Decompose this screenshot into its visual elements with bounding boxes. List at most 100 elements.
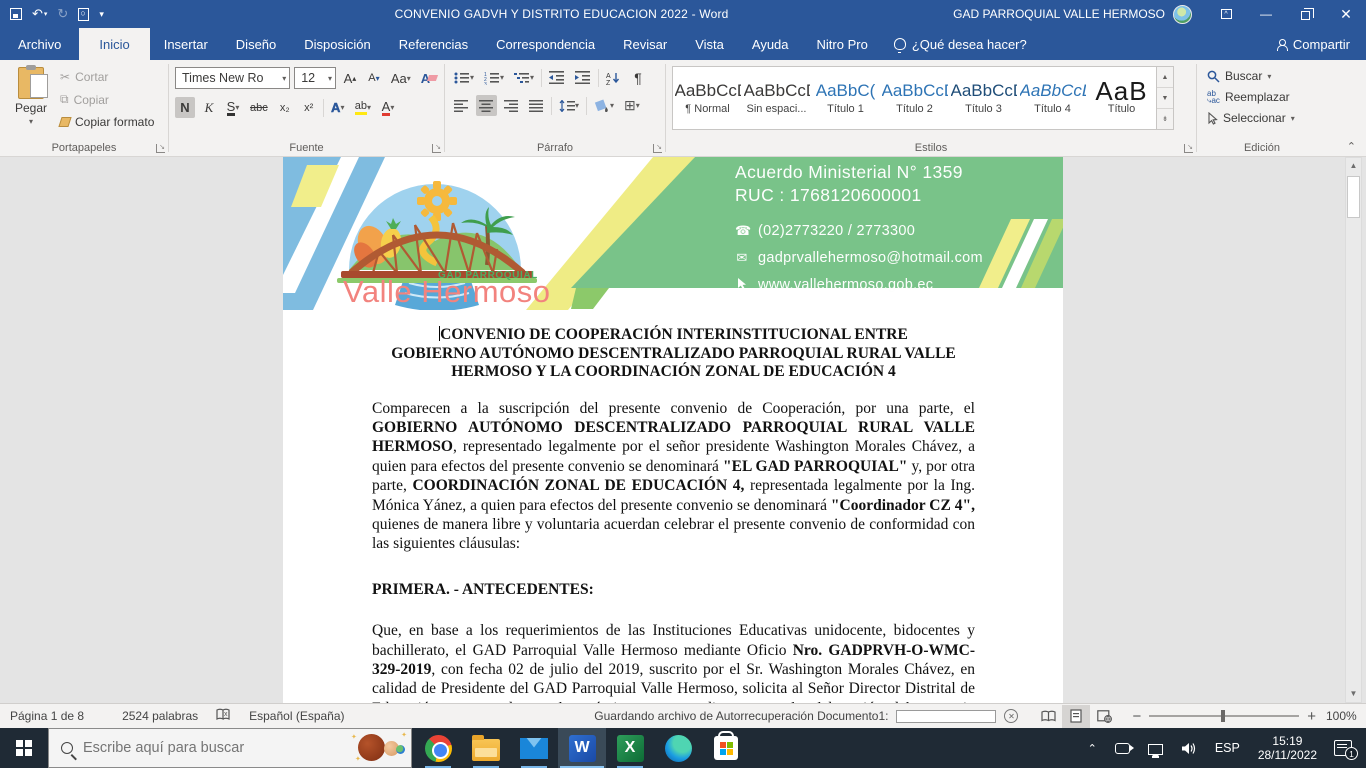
format-painter-button[interactable]: Copiar formato — [56, 113, 158, 131]
customize-qat-icon[interactable]: ▾ — [99, 9, 104, 20]
borders-button[interactable]: ⊞▾ — [621, 95, 643, 116]
share-button[interactable]: Compartir — [1261, 28, 1366, 60]
account-name[interactable]: GAD PARROQUIAL VALLE HERMOSO — [953, 7, 1165, 21]
clear-formatting-button[interactable]: A — [418, 68, 440, 89]
paragraph-dialog-launcher[interactable]: ↘ — [653, 144, 662, 153]
tab-nitro-pro[interactable]: Nitro Pro — [803, 28, 882, 60]
styles-dialog-launcher[interactable]: ↘ — [1184, 144, 1193, 153]
highlight-button[interactable]: ab▾ — [352, 97, 374, 118]
document-title[interactable]: CONVENIO DE COOPERACIÓN INTERINSTITUCION… — [372, 326, 975, 382]
close-button[interactable]: ✕ — [1326, 0, 1366, 28]
language-tray[interactable]: ESP — [1206, 741, 1249, 755]
tab-referencias[interactable]: Referencias — [385, 28, 482, 60]
style-titulo-2[interactable]: AaBbCcDTítulo 2 — [880, 67, 949, 129]
paragraph-2[interactable]: Que, en base a los requerimientos de las… — [372, 621, 975, 703]
web-layout-button[interactable] — [1090, 705, 1118, 728]
tab-diseno[interactable]: Diseño — [222, 28, 290, 60]
bold-button[interactable]: N — [175, 97, 195, 118]
language-indicator[interactable]: Español (España) — [239, 709, 354, 723]
tell-me-box[interactable]: ¿Qué desea hacer? — [882, 28, 1039, 60]
style-sin-espaciado[interactable]: AaBbCcDcSin espaci... — [742, 67, 811, 129]
font-dialog-launcher[interactable]: ↘ — [432, 144, 441, 153]
taskbar-chrome[interactable] — [414, 728, 462, 768]
zoom-out-icon[interactable]: − — [1132, 708, 1141, 725]
styles-more-icon[interactable]: ⇟ — [1157, 109, 1173, 129]
style-normal[interactable]: AaBbCcD¶ Normal — [673, 67, 742, 129]
restore-button[interactable] — [1286, 0, 1326, 28]
network-icon[interactable] — [1139, 742, 1172, 755]
justify-button[interactable] — [526, 95, 547, 116]
numbering-button[interactable]: 123▾ — [481, 67, 507, 88]
copy-button[interactable]: ⧉Copiar — [56, 90, 158, 109]
font-color-button[interactable]: A▾ — [378, 97, 398, 118]
taskbar-file-explorer[interactable] — [462, 728, 510, 768]
minimize-button[interactable]: — — [1246, 0, 1286, 28]
letterhead-image[interactable]: GAD PARROQUIAL Valle Hermoso Acuerdo Min… — [283, 157, 1063, 310]
scrollbar-thumb[interactable] — [1347, 176, 1360, 218]
line-spacing-button[interactable]: ▾ — [556, 95, 582, 116]
zoom-in-icon[interactable]: + — [1307, 708, 1316, 725]
zoom-level[interactable]: 100% — [1326, 709, 1366, 723]
align-left-button[interactable] — [451, 95, 472, 116]
tab-correspondencia[interactable]: Correspondencia — [482, 28, 609, 60]
print-layout-button[interactable] — [1062, 705, 1090, 728]
cancel-save-icon[interactable]: ✕ — [1004, 709, 1018, 723]
font-family-combo[interactable]: Times New Ro▾ — [175, 67, 290, 89]
ribbon-display-options-icon[interactable]: ^ — [1206, 0, 1246, 28]
volume-icon[interactable] — [1172, 742, 1206, 755]
heading-primera[interactable]: PRIMERA. - ANTECEDENTES: — [372, 580, 975, 599]
style-titulo-4[interactable]: AaBbCcDTítulo 4 — [1018, 67, 1087, 129]
zoom-slider-thumb[interactable] — [1221, 710, 1225, 722]
page-indicator[interactable]: Página 1 de 8 — [0, 709, 94, 723]
sort-button[interactable]: AZ — [603, 67, 624, 88]
decrease-indent-button[interactable] — [546, 67, 568, 88]
align-center-button[interactable] — [476, 95, 497, 116]
action-center-icon[interactable]: 1 — [1334, 740, 1352, 756]
scroll-up-icon[interactable]: ▲ — [1346, 158, 1361, 174]
font-size-combo[interactable]: 12▾ — [294, 67, 336, 89]
start-button[interactable] — [0, 728, 48, 768]
taskbar-edge[interactable] — [654, 728, 702, 768]
undo-icon[interactable]: ↶▾ — [32, 6, 47, 22]
clipboard-dialog-launcher[interactable]: ↘ — [156, 144, 165, 153]
vertical-scrollbar[interactable]: ▲ ▼ — [1345, 157, 1362, 703]
proofing-icon[interactable]: x — [216, 708, 231, 724]
word-count[interactable]: 2524 palabras — [112, 709, 208, 723]
tab-archivo[interactable]: Archivo — [0, 28, 79, 60]
search-input[interactable] — [83, 740, 313, 756]
scroll-down-icon[interactable]: ▼ — [1346, 686, 1361, 702]
shading-button[interactable]: ▾ — [591, 95, 617, 116]
style-titulo-3[interactable]: AaBbCcDTítulo 3 — [949, 67, 1018, 129]
style-titulo[interactable]: AaBTítulo — [1087, 67, 1156, 129]
cut-button[interactable]: ✂Cortar — [56, 68, 158, 86]
redo-icon[interactable]: ↻ — [57, 6, 68, 22]
find-button[interactable]: Buscar▾ — [1203, 67, 1323, 85]
document-page[interactable]: GAD PARROQUIAL Valle Hermoso Acuerdo Min… — [283, 157, 1063, 703]
multilevel-list-button[interactable]: ▾ — [511, 67, 537, 88]
zoom-slider[interactable] — [1149, 715, 1299, 717]
superscript-button[interactable]: x² — [299, 97, 319, 118]
account-avatar[interactable] — [1173, 5, 1192, 24]
italic-button[interactable]: K — [199, 97, 219, 118]
strikethrough-button[interactable]: abc — [247, 97, 271, 118]
increase-indent-button[interactable] — [572, 67, 594, 88]
print-preview-icon[interactable] — [78, 8, 89, 21]
change-case-button[interactable]: Aa▾ — [388, 68, 414, 89]
styles-scroll-up-icon[interactable]: ▲ — [1157, 67, 1173, 88]
underline-button[interactable]: S▾ — [223, 97, 243, 118]
select-button[interactable]: Seleccionar▾ — [1203, 109, 1323, 127]
clock[interactable]: 15:1928/11/2022 — [1249, 734, 1326, 762]
taskbar-search[interactable]: ✦✦✦ — [48, 728, 412, 768]
save-icon[interactable] — [10, 8, 22, 20]
styles-scroll-down-icon[interactable]: ▼ — [1157, 88, 1173, 109]
subscript-button[interactable]: x₂ — [275, 97, 295, 118]
show-marks-button[interactable]: ¶ — [628, 67, 648, 88]
taskbar-mail[interactable] — [510, 728, 558, 768]
text-effects-button[interactable]: A▾ — [328, 97, 348, 118]
tab-vista[interactable]: Vista — [681, 28, 738, 60]
align-right-button[interactable] — [501, 95, 522, 116]
bullets-button[interactable]: ▾ — [451, 67, 477, 88]
meet-now-icon[interactable] — [1106, 743, 1139, 754]
grow-font-button[interactable]: A▴ — [340, 68, 360, 89]
paste-button[interactable]: Pegar ▾ — [6, 64, 56, 136]
